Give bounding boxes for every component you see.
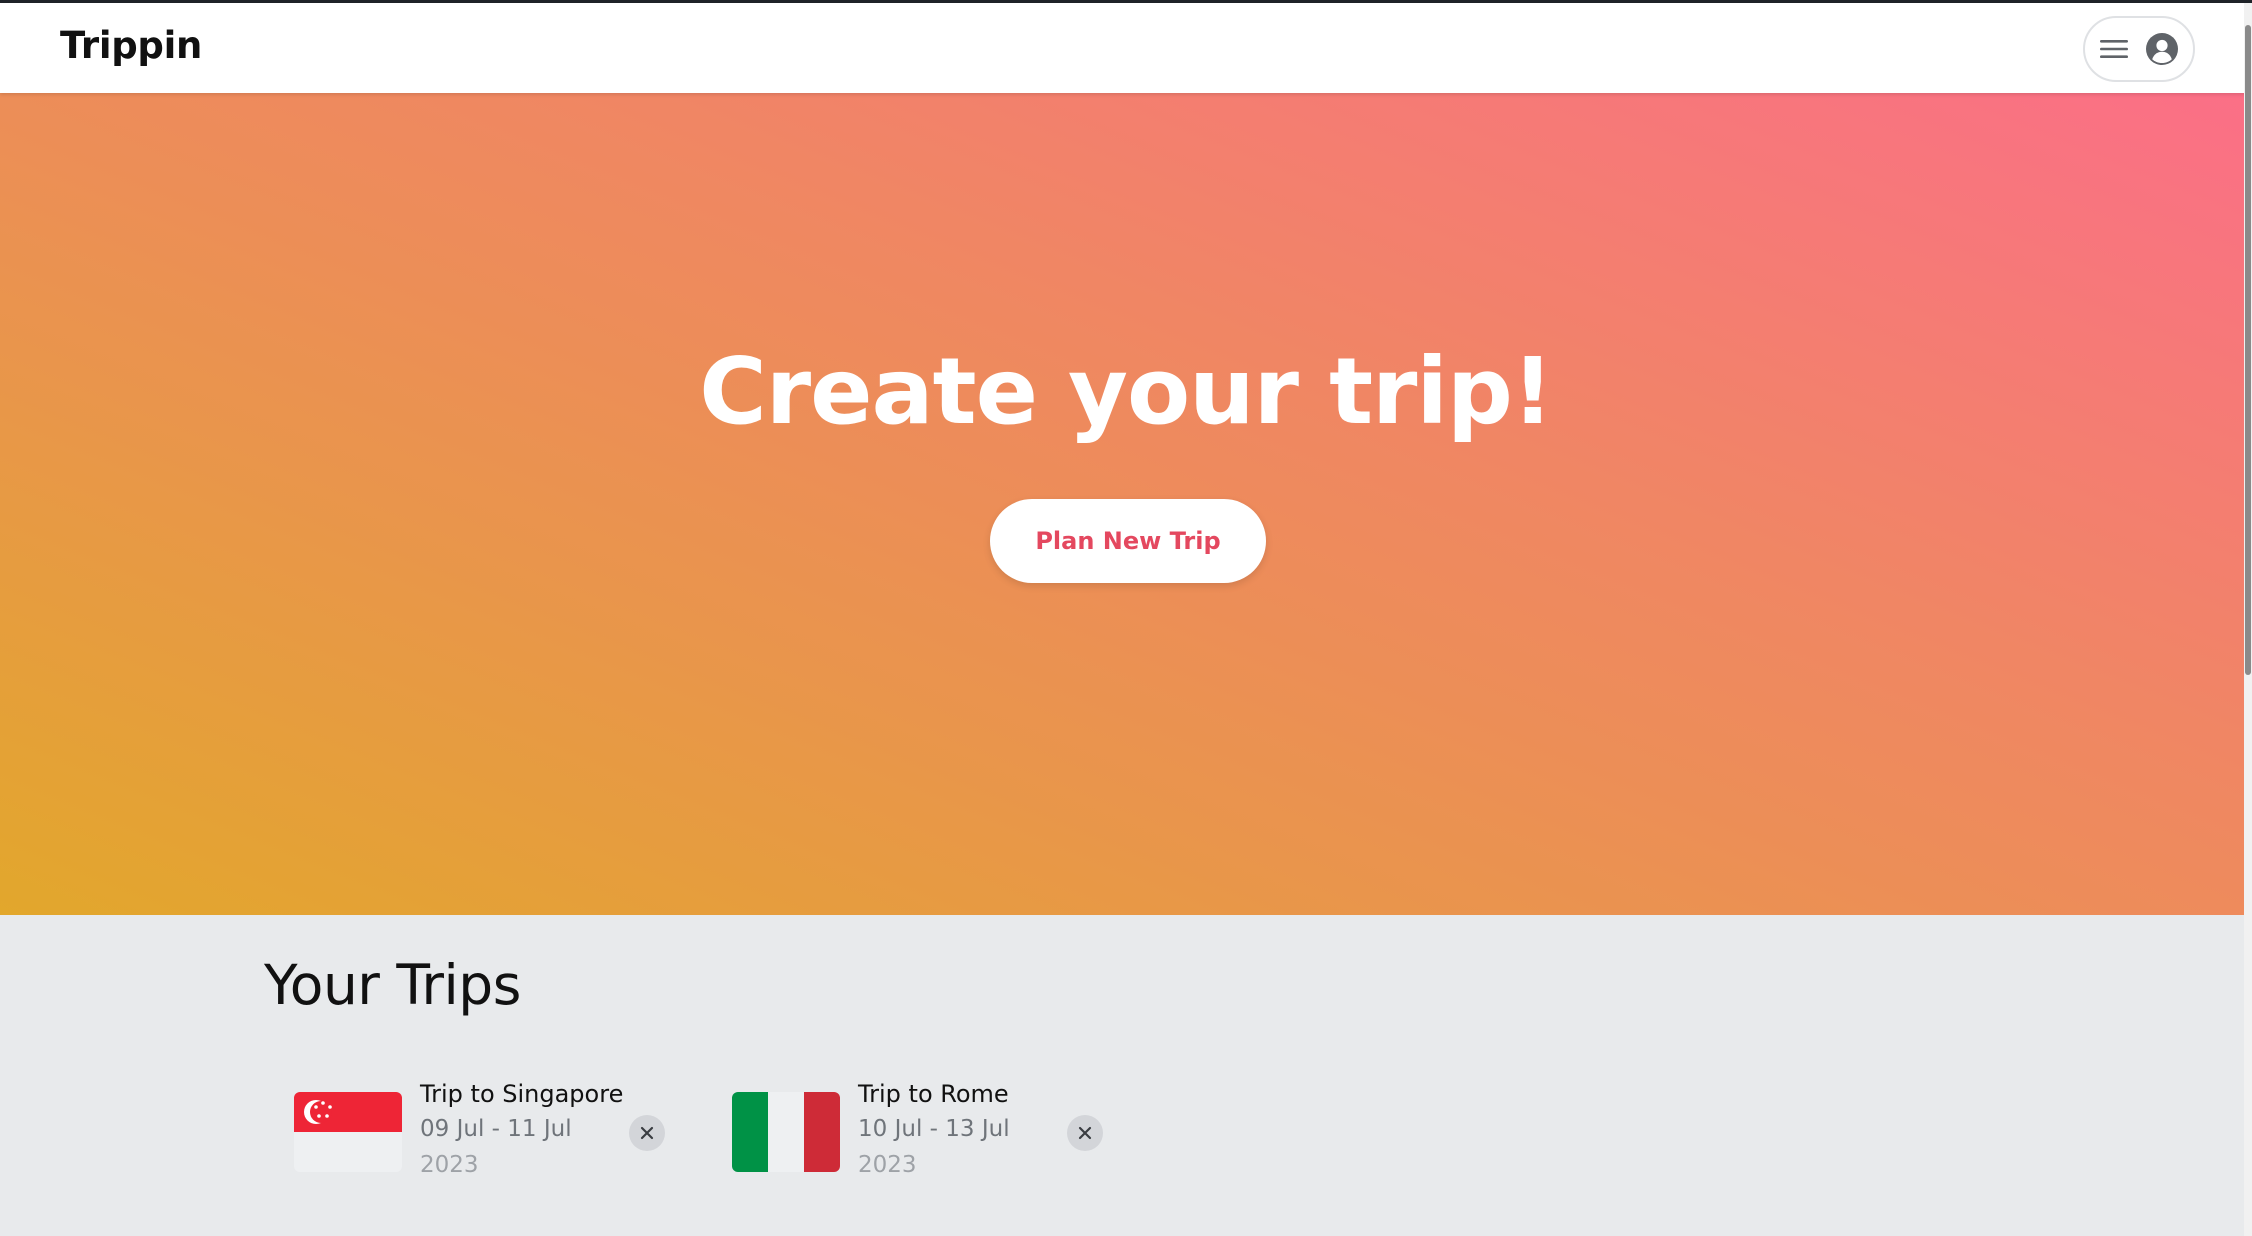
scrollbar-thumb[interactable]	[2245, 25, 2251, 675]
user-circle-icon	[2146, 33, 2178, 65]
singapore-flag-icon	[294, 1092, 402, 1172]
your-trips-section: Your Trips Trip to Singapore 09 Jul - 11…	[0, 915, 2244, 1236]
page-scrollbar[interactable]	[2244, 3, 2252, 1236]
hero-banner: Create your trip! Plan New Trip	[0, 93, 2252, 915]
hamburger-menu-icon	[2100, 39, 2128, 59]
italy-flag-icon	[732, 1092, 840, 1172]
trip-dates: 09 Jul - 11 Jul	[420, 1116, 572, 1142]
trip-card[interactable]: Trip to Rome 10 Jul - 13 Jul 2023	[732, 1080, 1152, 1210]
hero-title: Create your trip!	[699, 338, 1554, 445]
remove-trip-button[interactable]	[1067, 1115, 1103, 1151]
trip-title: Trip to Singapore	[420, 1080, 624, 1108]
close-icon	[1078, 1126, 1092, 1140]
trip-title: Trip to Rome	[858, 1080, 1009, 1108]
your-trips-heading: Your Trips	[264, 953, 521, 1017]
navbar: Trippin	[0, 3, 2252, 93]
remove-trip-button[interactable]	[629, 1115, 665, 1151]
plan-new-trip-button[interactable]: Plan New Trip	[990, 499, 1266, 583]
app-logo[interactable]: Trippin	[60, 24, 202, 67]
trip-year: 2023	[420, 1152, 479, 1178]
trip-year: 2023	[858, 1152, 917, 1178]
user-menu-button[interactable]	[2083, 16, 2195, 82]
close-icon	[640, 1126, 654, 1140]
trip-card[interactable]: Trip to Singapore 09 Jul - 11 Jul 2023	[294, 1080, 714, 1210]
trip-dates: 10 Jul - 13 Jul	[858, 1116, 1010, 1142]
